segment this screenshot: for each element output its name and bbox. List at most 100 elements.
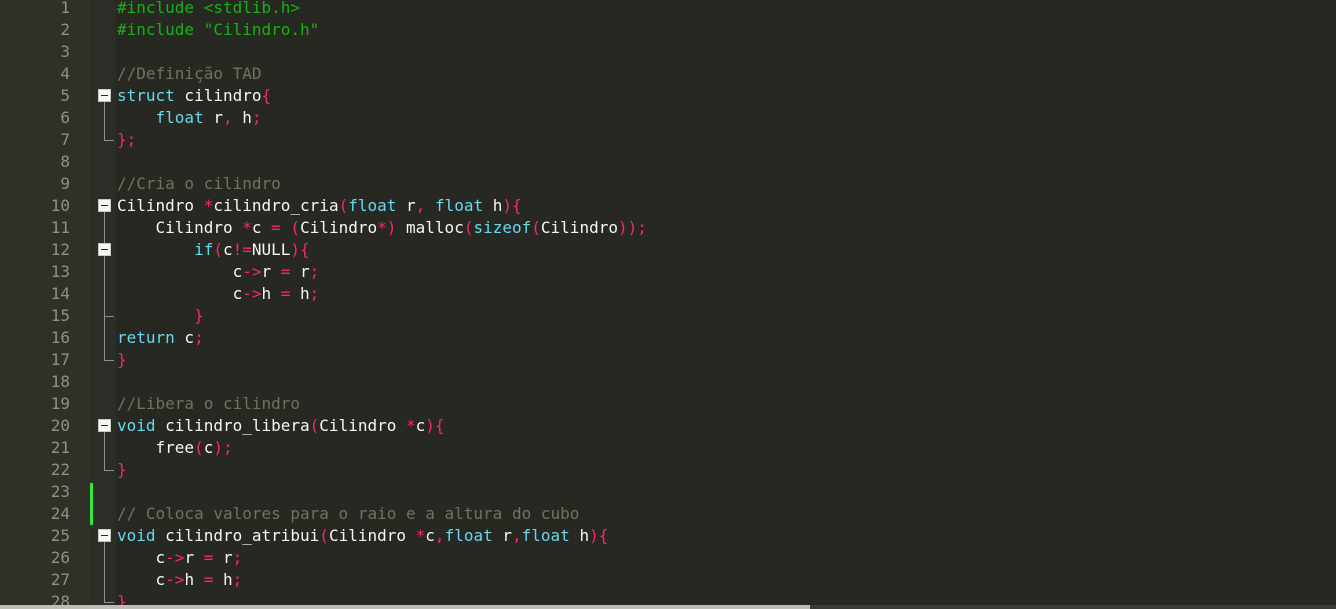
fold-collapse-icon[interactable]: [98, 89, 111, 102]
code-token: Cilindro: [328, 526, 416, 545]
code-token: // Coloca valores para o raio e a altura…: [117, 504, 580, 523]
code-text[interactable]: #include <stdlib.h>: [117, 0, 300, 19]
code-text[interactable]: c->h = h;: [117, 283, 320, 305]
code-token: }: [117, 460, 127, 479]
code-text[interactable]: c->h = h;: [117, 569, 243, 591]
code-line[interactable]: 1 #include <stdlib.h>: [0, 0, 1336, 19]
code-token: #include <stdlib.h>: [117, 0, 301, 17]
code-text[interactable]: if(c!=NULL){: [117, 239, 310, 261]
code-text[interactable]: void cilindro_atribui(Cilindro *c,float …: [117, 525, 608, 547]
code-line[interactable]: 25 void cilindro_atribui(Cilindro *c,floa…: [0, 525, 1336, 547]
horizontal-scrollbar-thumb[interactable]: [0, 605, 810, 609]
code-token: (: [338, 196, 349, 215]
line-number: 17: [50, 350, 70, 369]
code-token: *: [415, 526, 426, 545]
code-token: Cilindro: [319, 416, 406, 435]
code-token: h: [184, 570, 204, 589]
code-editor[interactable]: 1 #include <stdlib.h> 2 #include "Cilindro.…: [0, 0, 1336, 609]
code-token: ;: [232, 570, 243, 589]
code-token: ;: [232, 548, 243, 567]
code-token: c: [117, 262, 243, 281]
code-line[interactable]: 8: [0, 151, 1336, 173]
code-token: Cilindro: [300, 218, 378, 237]
code-text[interactable]: Cilindro *c = (Cilindro*) malloc(sizeof(…: [117, 217, 647, 239]
code-text[interactable]: }: [117, 349, 127, 371]
code-line[interactable]: 3: [0, 41, 1336, 63]
code-text[interactable]: float r, h;: [117, 107, 262, 129]
code-line[interactable]: 24 // Coloca valores para o raio e a altu…: [0, 503, 1336, 525]
code-line[interactable]: 17}: [0, 349, 1336, 371]
line-number: 9: [60, 174, 70, 193]
code-line[interactable]: 22}: [0, 459, 1336, 481]
code-line[interactable]: 6 float r, h;: [0, 107, 1336, 129]
code-text[interactable]: // Coloca valores para o raio e a altura…: [117, 503, 579, 525]
code-token: Cilindro: [540, 218, 618, 237]
code-line[interactable]: 26 c->r = r;: [0, 547, 1336, 569]
line-number: 27: [50, 570, 70, 589]
code-line[interactable]: 10 Cilindro *cilindro_cria(float r, float…: [0, 195, 1336, 217]
code-token: float: [434, 196, 484, 215]
code-token: );: [213, 438, 233, 457]
fold-collapse-icon[interactable]: [98, 529, 111, 542]
code-line[interactable]: 18: [0, 371, 1336, 393]
code-text[interactable]: c->r = r;: [117, 547, 243, 569]
fold-collapse-icon[interactable]: [98, 243, 111, 256]
code-line[interactable]: 21 free(c);: [0, 437, 1336, 459]
code-line[interactable]: 13 c->r = r;: [0, 261, 1336, 283]
code-token: c: [415, 416, 426, 435]
code-text[interactable]: //Definição TAD: [117, 63, 262, 85]
code-token: };: [117, 130, 137, 149]
code-token: ;: [251, 108, 262, 127]
code-text[interactable]: #include "Cilindro.h": [117, 19, 319, 41]
code-text[interactable]: return c;: [117, 327, 204, 349]
code-token: c: [222, 240, 233, 259]
code-token: ,: [415, 196, 426, 215]
code-line[interactable]: 20 void cilindro_libera(Cilindro *c){: [0, 415, 1336, 437]
fold-end-marker: [104, 602, 114, 603]
code-text[interactable]: //Libera o cilindro: [117, 393, 300, 415]
code-text[interactable]: //Cria o cilindro: [117, 173, 281, 195]
code-line[interactable]: 11 Cilindro *c = (Cilindro*) malloc(size…: [0, 217, 1336, 239]
line-number: 13: [50, 262, 70, 281]
code-token: ){: [290, 240, 310, 259]
code-token: {: [261, 86, 272, 105]
code-line[interactable]: 7};: [0, 129, 1336, 151]
code-token: h: [290, 284, 310, 303]
code-token: ->: [242, 284, 262, 303]
code-token: float: [521, 526, 570, 545]
code-text[interactable]: struct cilindro{: [117, 85, 271, 107]
code-text[interactable]: }: [117, 305, 204, 327]
code-line[interactable]: 16 return c;: [0, 327, 1336, 349]
code-text[interactable]: };: [117, 129, 136, 151]
line-number: 11: [50, 218, 70, 237]
code-line[interactable]: 5 struct cilindro{: [0, 85, 1336, 107]
code-line[interactable]: 12 if(c!=NULL){: [0, 239, 1336, 261]
fold-collapse-icon[interactable]: [98, 419, 111, 432]
code-text[interactable]: }: [117, 459, 127, 481]
code-text[interactable]: free(c);: [117, 437, 233, 459]
code-token: h: [261, 284, 281, 303]
code-line[interactable]: 15 }: [0, 305, 1336, 327]
horizontal-scrollbar[interactable]: [0, 605, 1336, 609]
code-token: (: [319, 526, 329, 545]
code-token: cilindro: [174, 86, 262, 105]
line-number: 15: [50, 306, 70, 325]
code-token: ,: [434, 526, 445, 545]
code-token: struct: [117, 86, 175, 105]
code-line[interactable]: 2 #include "Cilindro.h": [0, 19, 1336, 41]
code-line[interactable]: 19 //Libera o cilindro: [0, 393, 1336, 415]
fold-collapse-icon[interactable]: [98, 199, 111, 212]
code-line[interactable]: 14 c->h = h;: [0, 283, 1336, 305]
code-token: h: [213, 570, 233, 589]
code-line[interactable]: 23: [0, 481, 1336, 503]
code-text[interactable]: void cilindro_libera(Cilindro *c){: [117, 415, 445, 437]
code-token: h: [232, 108, 252, 127]
code-line[interactable]: 9 //Cria o cilindro: [0, 173, 1336, 195]
code-text[interactable]: c->r = r;: [117, 261, 320, 283]
code-line[interactable]: 4 //Definição TAD: [0, 63, 1336, 85]
line-number: 4: [60, 64, 70, 83]
code-line[interactable]: 27 c->h = h;: [0, 569, 1336, 591]
code-text[interactable]: Cilindro *cilindro_cria(float r, float h…: [117, 195, 522, 217]
